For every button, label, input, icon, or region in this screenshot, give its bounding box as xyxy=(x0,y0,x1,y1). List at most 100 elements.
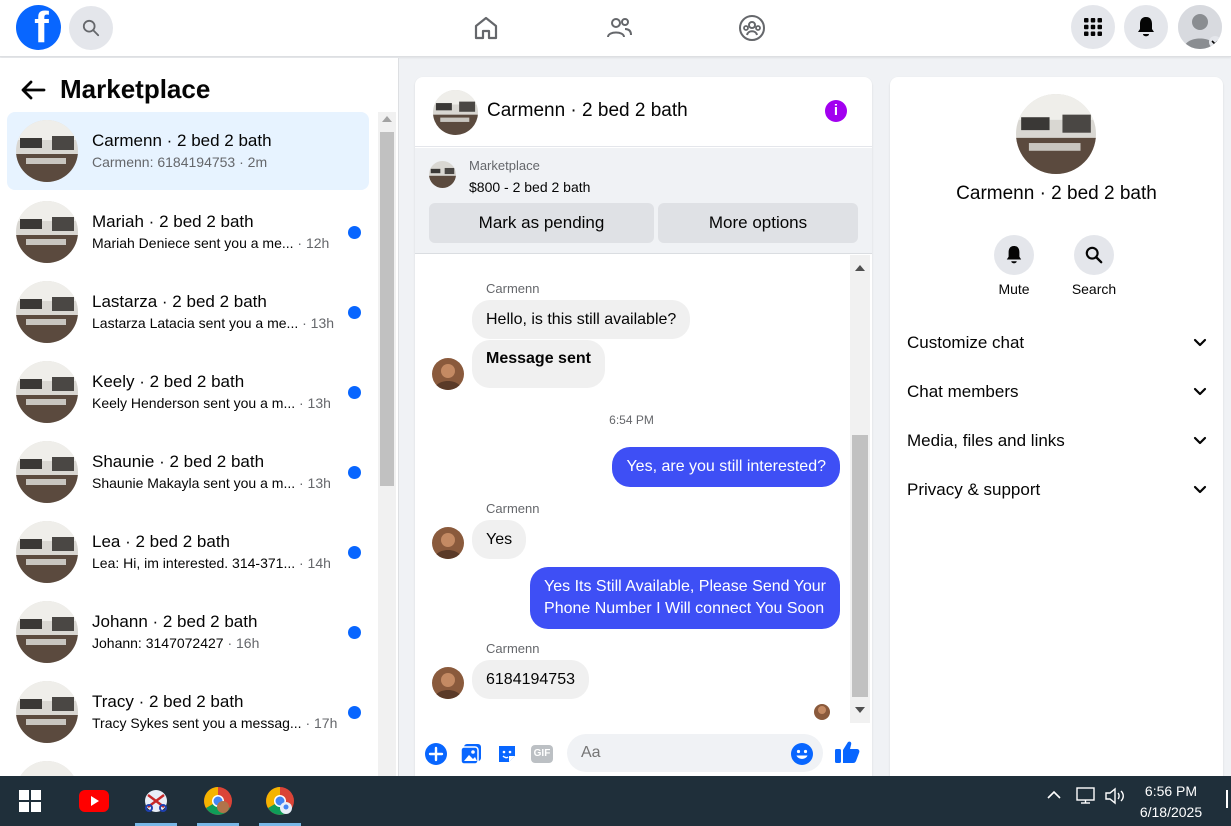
emoji-button[interactable] xyxy=(791,743,813,765)
details-section-row[interactable]: Privacy & support xyxy=(907,480,1207,500)
sidebar-scrollbar[interactable] xyxy=(378,112,396,776)
chat-scrollbar[interactable] xyxy=(850,255,870,723)
listing-thumbnail xyxy=(16,281,78,343)
preview-text: Mariah Deniece sent you a me... xyxy=(92,235,294,251)
account-button[interactable] xyxy=(1178,5,1222,49)
facebook-logo[interactable]: f xyxy=(16,5,61,50)
conversation-item[interactable]: Lastarza · 2 bed 2 bath Lastarza Latacia … xyxy=(7,272,369,352)
search-button[interactable] xyxy=(69,6,113,50)
listing-price[interactable]: $800 - 2 bed 2 bath xyxy=(469,179,590,195)
conversation-preview: Keely Henderson sent you a m... · 13h xyxy=(92,393,342,413)
sticker-button[interactable] xyxy=(496,743,518,765)
menu-button[interactable] xyxy=(1071,5,1115,49)
scroll-down-arrow[interactable] xyxy=(855,707,865,713)
clock-time: 6:56 PM xyxy=(1144,783,1198,799)
scrollbar-thumb[interactable] xyxy=(380,132,394,486)
conversation-item[interactable]: Lea · 2 bed 2 bath Lea: Hi, im interested… xyxy=(7,512,369,592)
sender-name: Carmenn xyxy=(486,501,540,516)
mark-as-pending-button[interactable]: Mark as pending xyxy=(429,203,654,243)
incoming-message[interactable]: Hello, is this still available? xyxy=(472,300,691,339)
like-button[interactable] xyxy=(834,741,860,763)
listing-thumbnail xyxy=(16,120,78,182)
bell-icon xyxy=(1138,17,1154,37)
add-actions-button[interactable] xyxy=(425,743,447,765)
chat-avatar[interactable] xyxy=(433,90,478,135)
incoming-message[interactable]: Yes xyxy=(472,520,527,559)
info-icon[interactable]: i xyxy=(825,100,847,122)
volume-icon[interactable] xyxy=(1104,786,1126,809)
gif-button[interactable]: GIF xyxy=(530,743,554,765)
conversation-item[interactable]: Mariah · 2 bed 2 bath Mariah Deniece sent… xyxy=(7,192,369,272)
details-row-label: Media, files and links xyxy=(907,431,1065,450)
chevron-down-icon xyxy=(1193,387,1207,396)
sender-avatar xyxy=(432,527,464,559)
start-button[interactable] xyxy=(5,776,55,826)
details-avatar[interactable] xyxy=(1016,94,1096,174)
chrome-profile-taskbar-app[interactable] xyxy=(255,776,305,826)
scroll-up-arrow[interactable] xyxy=(855,265,865,271)
groups-icon xyxy=(739,15,765,41)
mute-button[interactable] xyxy=(994,235,1034,275)
outgoing-message[interactable]: Yes, are you still interested? xyxy=(612,447,840,487)
sidebar-title: Marketplace xyxy=(60,74,211,104)
conversation-preview: Carmenn: 6184194753 · 2m xyxy=(92,152,342,172)
windows-logo-icon xyxy=(19,790,41,812)
network-icon[interactable] xyxy=(1075,786,1097,809)
incoming-message[interactable]: 6184194753 xyxy=(472,660,589,699)
chevron-down-icon xyxy=(1193,338,1207,347)
scrollbar-thumb[interactable] xyxy=(852,435,868,697)
photo-icon xyxy=(460,744,481,765)
system-clock[interactable]: 6:56 PM 6/18/2025 xyxy=(1128,781,1214,823)
search-conversation-button[interactable] xyxy=(1074,235,1114,275)
message-input[interactable] xyxy=(567,734,823,772)
details-section-row[interactable]: Customize chat xyxy=(907,333,1207,353)
listing-thumbnail[interactable] xyxy=(429,161,456,188)
incoming-message[interactable]: Message sent xyxy=(472,340,605,388)
conversation-title: Lea · 2 bed 2 bath xyxy=(92,532,231,551)
outgoing-message-line: Yes Its Still Available, Please Send You… xyxy=(544,578,826,595)
conversation-title: Mariah · 2 bed 2 bath xyxy=(92,212,254,231)
chrome-taskbar-app[interactable] xyxy=(193,776,243,826)
thumbs-up-icon xyxy=(835,741,860,763)
outgoing-message[interactable]: Yes Its Still Available, Please Send You… xyxy=(530,567,840,629)
conversation-title: Johann · 2 bed 2 bath xyxy=(92,612,258,631)
notifications-button[interactable] xyxy=(1124,5,1168,49)
conversation-text: Keely · 2 bed 2 bath Keely Henderson sent… xyxy=(92,371,342,413)
scroll-up-arrow[interactable] xyxy=(382,116,392,122)
conversation-item[interactable]: Johann · 2 bed 2 bath Johann: 3147072427 … xyxy=(7,592,369,672)
snipping-tool-taskbar-app[interactable] xyxy=(131,776,181,826)
nav-groups[interactable] xyxy=(734,10,770,46)
unread-dot xyxy=(348,706,361,719)
preview-text: Carmenn: 6184194753 xyxy=(92,154,236,170)
nav-home[interactable] xyxy=(468,10,504,46)
conversation-text: Tracy · 2 bed 2 bath Tracy Sykes sent you… xyxy=(92,691,342,733)
sticker-icon xyxy=(499,746,515,762)
conversation-preview: Tracy Sykes sent you a messag... · 17h xyxy=(92,713,342,733)
message-thread: Carmenn Hello, is this still available? … xyxy=(415,255,848,723)
attach-photo-button[interactable] xyxy=(460,743,482,765)
tray-overflow-icon[interactable] xyxy=(1045,786,1063,807)
back-arrow-icon[interactable] xyxy=(20,79,46,101)
top-navigation-bar: f xyxy=(0,0,1231,57)
preview-time: · 13h xyxy=(295,475,331,491)
details-row-label: Customize chat xyxy=(907,333,1025,352)
conversation-item[interactable]: Carmenn · 2 bed 2 bath Carmenn: 618419475… xyxy=(7,112,369,190)
show-desktop-button[interactable] xyxy=(1226,790,1228,808)
conversation-item[interactable]: Keely · 2 bed 2 bath Keely Henderson sent… xyxy=(7,352,369,432)
unread-dot xyxy=(348,546,361,559)
conversation-item[interactable]: Randell · 2 bed 2 bath xyxy=(7,752,369,776)
bell-icon xyxy=(1006,246,1022,264)
details-section-row[interactable]: Media, files and links xyxy=(907,431,1207,451)
listing-label: Marketplace xyxy=(469,158,540,173)
search-action[interactable]: Search xyxy=(1064,235,1124,297)
details-section-row[interactable]: Chat members xyxy=(907,382,1207,402)
preview-text: Lea: Hi, im interested. 314-371... xyxy=(92,555,296,571)
mute-action[interactable]: Mute xyxy=(984,235,1044,297)
youtube-taskbar-app[interactable] xyxy=(69,776,119,826)
preview-text: Johann: 3147072427 xyxy=(92,635,224,651)
nav-friends[interactable] xyxy=(601,10,637,46)
marketplace-conversations-panel: Marketplace Carmenn · 2 bed 2 bath Carmen… xyxy=(0,58,399,776)
conversation-item[interactable]: Tracy · 2 bed 2 bath Tracy Sykes sent you… xyxy=(7,672,369,752)
conversation-item[interactable]: Shaunie · 2 bed 2 bath Shaunie Makayla se… xyxy=(7,432,369,512)
more-options-button[interactable]: More options xyxy=(658,203,858,243)
